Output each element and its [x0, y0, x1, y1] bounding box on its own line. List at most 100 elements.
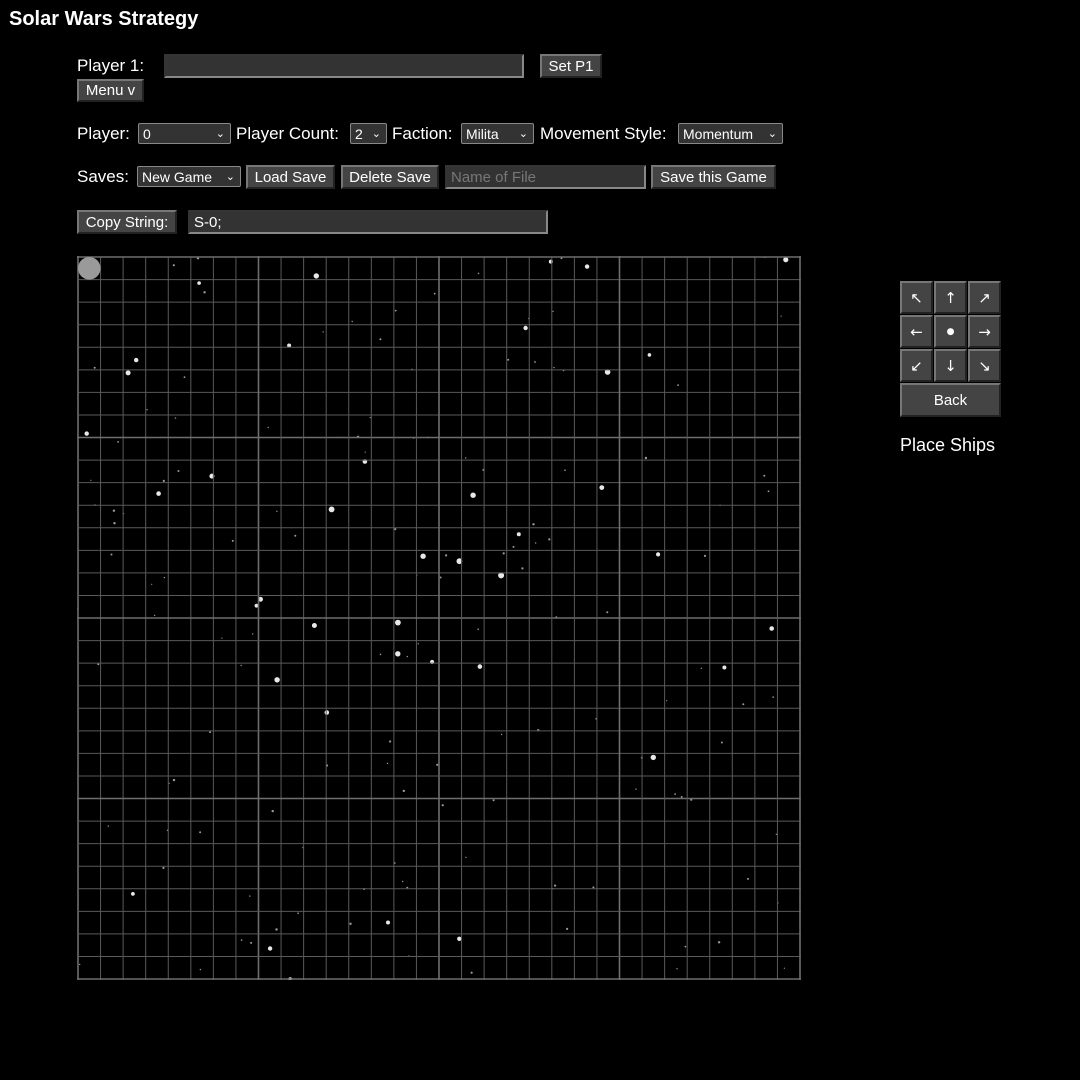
file-name-input[interactable] [445, 165, 646, 189]
star [521, 567, 524, 570]
copy-string-button[interactable]: Copy String: [77, 210, 177, 234]
player1-name-input[interactable] [164, 54, 524, 78]
star [131, 892, 135, 896]
star [666, 700, 668, 702]
star [465, 856, 467, 859]
movement-style-select[interactable]: Momentum ⌄ [678, 123, 783, 144]
star [584, 264, 590, 269]
arrow-up-right-icon: ↗ [978, 288, 991, 307]
copy-string-input[interactable] [188, 210, 548, 234]
star [722, 665, 727, 670]
arrow-up-button[interactable]: ↑ [934, 281, 967, 314]
star [534, 361, 536, 363]
star-grid[interactable] [76, 256, 801, 981]
star [379, 338, 382, 341]
star [676, 968, 678, 970]
arrow-down-right-icon: ↘ [978, 356, 991, 375]
saves-select[interactable]: New Game ⌄ [137, 166, 241, 187]
star [221, 637, 223, 639]
star [197, 281, 201, 285]
game-board[interactable] [76, 256, 801, 981]
arrow-up-right-button[interactable]: ↗ [968, 281, 1001, 314]
player-count-select[interactable]: 2 ⌄ [350, 123, 387, 144]
star [146, 409, 148, 411]
star [183, 376, 186, 379]
back-button[interactable]: Back [900, 383, 1001, 417]
star [470, 971, 473, 974]
star [436, 763, 439, 766]
star [477, 628, 480, 630]
star [763, 474, 766, 477]
star [313, 273, 319, 279]
load-save-button[interactable]: Load Save [246, 165, 335, 189]
star [516, 532, 521, 537]
star [351, 320, 353, 323]
star [747, 877, 749, 880]
star [769, 626, 774, 631]
center-dot-button[interactable]: ● [934, 315, 967, 348]
star [395, 619, 401, 626]
star [470, 492, 476, 498]
star [684, 945, 687, 948]
arrow-down-button[interactable]: ↓ [934, 349, 967, 382]
selected-cell-marker[interactable] [78, 257, 101, 280]
delete-save-button[interactable]: Delete Save [341, 165, 439, 189]
menu-button[interactable]: Menu v [77, 79, 144, 102]
center-dot-icon: ● [946, 326, 955, 337]
faction-select[interactable]: Milita ⌄ [461, 123, 534, 144]
star [172, 264, 175, 267]
star [252, 633, 254, 635]
star [275, 928, 278, 931]
star [439, 576, 442, 579]
star [500, 733, 503, 736]
arrow-up-left-button[interactable]: ↖ [900, 281, 933, 314]
star [457, 936, 462, 941]
star [322, 331, 324, 333]
saves-label: Saves: [77, 167, 129, 186]
star [477, 272, 480, 275]
star [592, 886, 595, 889]
star [162, 479, 165, 482]
star [656, 552, 661, 557]
saves-select-value: New Game [142, 168, 213, 185]
faction-label: Faction: [392, 124, 453, 143]
star [294, 534, 297, 537]
arrow-down-left-icon: ↙ [910, 356, 923, 375]
star [767, 490, 770, 493]
star [635, 788, 637, 790]
player-select[interactable]: 0 ⌄ [138, 123, 231, 144]
set-p1-button[interactable]: Set P1 [540, 54, 602, 78]
star [677, 384, 679, 386]
star [349, 922, 352, 925]
arrow-left-icon: ← [910, 322, 923, 341]
chevron-down-icon: ⌄ [225, 170, 235, 183]
star [783, 967, 786, 969]
star [554, 884, 557, 887]
save-game-button[interactable]: Save this Game [651, 165, 776, 189]
arrow-left-button[interactable]: ← [900, 315, 933, 348]
star [402, 880, 404, 883]
star [535, 542, 537, 544]
star [276, 510, 278, 512]
player1-label: Player 1: [77, 56, 145, 75]
star [523, 325, 528, 331]
star [379, 653, 382, 656]
arrow-down-right-button[interactable]: ↘ [968, 349, 1001, 382]
star [240, 939, 243, 941]
arrow-down-left-button[interactable]: ↙ [900, 349, 933, 382]
faction-value: Milita [466, 125, 499, 142]
arrow-up-left-icon: ↖ [910, 288, 923, 307]
arrow-right-icon: → [978, 322, 991, 341]
star [112, 509, 116, 512]
star [271, 809, 274, 813]
star [386, 920, 390, 925]
movement-style-label: Movement Style: [540, 124, 667, 143]
star [548, 538, 551, 541]
star [553, 366, 555, 369]
star [650, 754, 656, 761]
star [417, 643, 419, 645]
star [599, 485, 605, 490]
star [507, 358, 510, 361]
arrow-right-button[interactable]: → [968, 315, 1001, 348]
star [389, 740, 392, 743]
